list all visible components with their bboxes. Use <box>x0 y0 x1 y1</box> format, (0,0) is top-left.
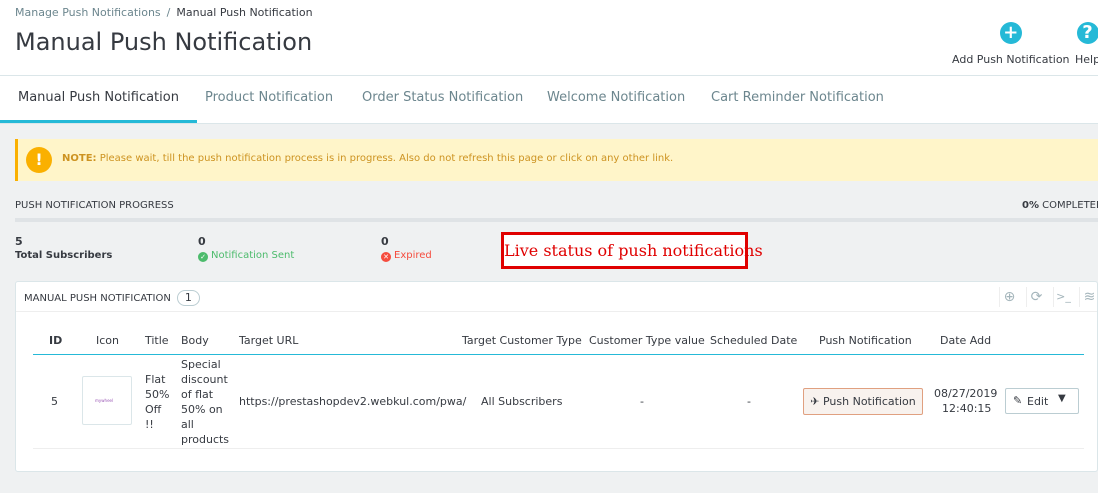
count-badge: 1 <box>176 290 200 306</box>
tab-welcome-notification[interactable]: Welcome Notification <box>529 76 703 123</box>
stat-sent-row: ✓ Notification Sent <box>198 250 294 262</box>
col-icon: Icon <box>96 334 119 347</box>
push-notification-label: Push Notification <box>822 395 916 408</box>
alert-text: Please wait, till the push notification … <box>99 153 674 164</box>
notification-tabs: Manual Push Notification Product Notific… <box>0 76 1098 124</box>
col-title: Title <box>145 334 169 347</box>
add-push-notification-button[interactable]: + Add Push Notification <box>952 22 1070 66</box>
row-title: Flat 50% Off !! <box>145 373 170 431</box>
paper-plane-icon: ✈ <box>810 395 820 408</box>
row-target-url: https://prestashopdev2.webkul.com/pwa/ <box>239 395 467 408</box>
warning-alert: ! NOTE: Please wait, till the push notif… <box>15 139 1098 181</box>
alert-prefix: NOTE: <box>62 153 97 164</box>
add-new-icon[interactable]: ⊕ <box>999 287 1019 307</box>
breadcrumb-parent[interactable]: Manage Push Notifications <box>15 6 161 19</box>
stat-sent-value: 0 <box>198 235 206 248</box>
add-push-notification-label: Add Push Notification <box>952 53 1070 66</box>
progress-bar <box>15 218 1098 222</box>
annotation-callout: Live status of push notifications <box>501 232 763 269</box>
tab-cart-reminder-notification[interactable]: Cart Reminder Notification <box>693 76 902 123</box>
check-circle-icon: ✓ <box>198 252 208 262</box>
tab-product-notification[interactable]: Product Notification <box>187 76 351 123</box>
push-notification-button[interactable]: ✈ Push Notification <box>803 388 923 415</box>
question-circle-icon: ? <box>1076 22 1098 44</box>
row-id: 5 <box>51 395 58 408</box>
progress-percent-value: 0% <box>1022 200 1039 211</box>
col-date-add: Date Add <box>940 334 992 347</box>
stat-sent-label: Notification Sent <box>211 250 295 261</box>
table-row: 5 mywheel Flat 50% Off !! Special discou… <box>33 355 1084 449</box>
stat-total-label: Total Subscribers <box>15 250 113 261</box>
stat-expired-label: Expired <box>394 250 432 261</box>
database-icon[interactable]: ≋ <box>1079 287 1098 307</box>
sql-query-icon[interactable]: >_ <box>1053 287 1073 307</box>
row-date-add: 08/27/2019 <box>934 387 998 400</box>
progress-percent: 0% COMPLETED <box>1022 200 1098 211</box>
col-customer-type-value: Customer Type value <box>589 334 705 347</box>
notification-list-panel: MANUAL PUSH NOTIFICATION 1 ⊕ ⟳ >_ ≋ ID Ic… <box>15 281 1098 472</box>
panel-header: MANUAL PUSH NOTIFICATION 1 ⊕ ⟳ >_ ≋ <box>16 282 1097 312</box>
refresh-icon[interactable]: ⟳ <box>1026 287 1046 307</box>
table-header: ID Icon Title Body Target URL Target Cus… <box>33 327 1084 355</box>
stat-expired-value: 0 <box>381 235 389 248</box>
breadcrumb: Manage Push Notifications / Manual Push No… <box>15 6 313 19</box>
row-scheduled-date: - <box>747 395 751 408</box>
col-body: Body <box>181 334 209 347</box>
alert-message: NOTE: Please wait, till the push notific… <box>62 153 673 164</box>
progress-title: PUSH NOTIFICATION PROGRESS <box>15 200 174 211</box>
stat-notification-sent: 0 ✓ Notification Sent <box>198 235 294 262</box>
page-title: Manual Push Notification <box>15 28 313 56</box>
pencil-icon: ✎ <box>1013 394 1023 407</box>
row-body: Special discount of flat 50% on all prod… <box>181 358 230 446</box>
progress-completed-label: COMPLETED <box>1042 200 1098 211</box>
plus-circle-icon: + <box>999 22 1022 44</box>
col-target-url: Target URL <box>239 334 299 347</box>
stat-expired: 0 ✕ Expired <box>381 235 432 262</box>
col-id[interactable]: ID <box>49 334 62 347</box>
panel-title: MANUAL PUSH NOTIFICATION 1 <box>24 290 200 306</box>
help-button[interactable]: ? Help <box>1075 22 1098 66</box>
col-scheduled-date: Scheduled Date <box>710 334 798 347</box>
notification-icon-text: mywheel <box>95 398 114 403</box>
row-time-add: 12:40:15 <box>942 402 992 415</box>
col-push-notification: Push Notification <box>819 334 912 347</box>
notification-icon-image: mywheel <box>82 376 132 425</box>
stat-total-subscribers: 5 Total Subscribers <box>15 235 112 261</box>
stat-total-value: 5 <box>15 235 23 248</box>
stat-expired-row: ✕ Expired <box>381 250 432 262</box>
exclamation-icon: ! <box>26 147 52 173</box>
page-header: Manage Push Notifications / Manual Push No… <box>0 0 1098 76</box>
breadcrumb-separator: / <box>166 6 171 19</box>
row-customer-type-value: - <box>640 395 644 408</box>
col-target-customer-type: Target Customer Type <box>462 334 582 347</box>
help-label: Help <box>1075 53 1098 66</box>
times-circle-icon: ✕ <box>381 252 391 262</box>
tab-manual-push-notification[interactable]: Manual Push Notification <box>0 76 197 123</box>
caret-down-icon[interactable]: ▼ <box>1058 393 1066 404</box>
panel-title-text: MANUAL PUSH NOTIFICATION <box>24 293 171 304</box>
row-customer-type: All Subscribers <box>481 395 563 408</box>
breadcrumb-current: Manual Push Notification <box>176 6 313 19</box>
tab-order-status-notification[interactable]: Order Status Notification <box>344 76 541 123</box>
edit-label: Edit <box>1027 395 1049 408</box>
edit-button[interactable]: ✎ Edit ▼ <box>1005 388 1079 414</box>
